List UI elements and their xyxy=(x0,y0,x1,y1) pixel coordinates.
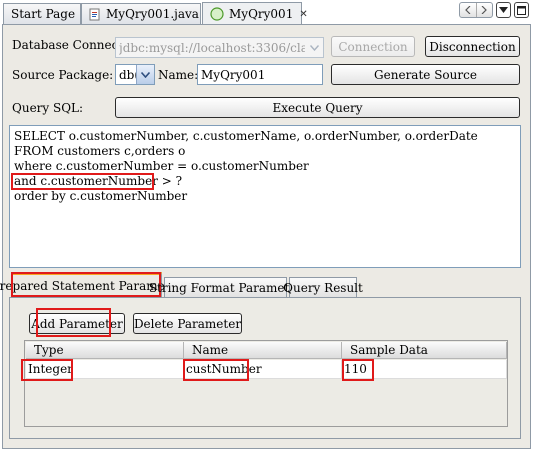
highlight-box xyxy=(21,359,73,381)
tab-label: MyQry001.java xyxy=(106,7,199,21)
maximize-icon[interactable] xyxy=(514,2,529,18)
highlight-box xyxy=(342,359,374,381)
column-header-sample-data[interactable]: Sample Data xyxy=(342,342,507,359)
sql-editor[interactable]: SELECT o.customerNumber, c.customerName,… xyxy=(9,125,521,268)
sql-line: order by c.customerNumber xyxy=(14,189,188,203)
chevron-down-icon xyxy=(306,38,323,57)
highlight-box xyxy=(11,272,161,297)
db-connection-combo: jdbc:mysql://localhost:3306/classicmo... xyxy=(115,37,324,58)
source-package-label: Source Package: xyxy=(12,68,114,82)
highlight-box xyxy=(183,359,249,381)
scroll-left-icon[interactable] xyxy=(460,3,477,17)
tab-label: String Format Parameter xyxy=(148,280,303,295)
highlight-box xyxy=(36,308,111,337)
chevron-down-icon[interactable] xyxy=(136,65,154,84)
highlight-box xyxy=(11,173,154,190)
scroll-right-icon[interactable] xyxy=(477,3,493,17)
column-header-name[interactable]: Name xyxy=(184,342,342,359)
sql-line: SELECT o.customerNumber, c.customerName,… xyxy=(14,129,478,143)
tab-query-result[interactable]: Query Result xyxy=(283,277,363,297)
sql-line: where c.customerNumber = o.customerNumbe… xyxy=(14,159,309,173)
generate-source-button[interactable]: Generate Source xyxy=(331,64,520,85)
tab-scroll-controls xyxy=(459,2,493,18)
disconnection-button[interactable]: Disconnection xyxy=(425,36,520,57)
name-label: Name: xyxy=(158,68,199,82)
name-field[interactable]: MyQry001 xyxy=(197,64,323,85)
close-icon[interactable]: ✕ xyxy=(293,9,307,20)
tab-label: MyQry001 xyxy=(229,7,294,21)
tab-string-format-parameter[interactable]: String Format Parameter xyxy=(149,277,302,297)
tab-list-dropdown-icon[interactable] xyxy=(496,2,511,18)
delete-parameter-button[interactable]: Delete Parameter xyxy=(133,313,242,334)
editor-tab-bar: Start Page ✕ MyQry001.java ✕ MyQry001 ✕ xyxy=(0,0,533,25)
name-value: MyQry001 xyxy=(201,67,266,82)
db-connection-value: jdbc:mysql://localhost:3306/classicmo... xyxy=(119,40,305,55)
tab-start-page[interactable]: Start Page ✕ xyxy=(3,3,89,24)
query-sql-label: Query SQL: xyxy=(12,101,84,115)
tab-myqry001[interactable]: MyQry001 ✕ xyxy=(202,2,308,25)
tab-label: Query Result xyxy=(283,280,363,295)
column-header-type[interactable]: Type xyxy=(26,342,184,359)
execute-query-button[interactable]: Execute Query xyxy=(115,97,520,118)
connection-button[interactable]: Connection xyxy=(331,36,415,57)
query-file-icon xyxy=(210,7,224,21)
java-file-icon xyxy=(89,8,101,21)
tab-myqry001-java[interactable]: MyQry001.java ✕ xyxy=(81,3,213,24)
sql-line: FROM customers c,orders o xyxy=(14,144,186,158)
tab-label: Start Page xyxy=(11,7,76,21)
